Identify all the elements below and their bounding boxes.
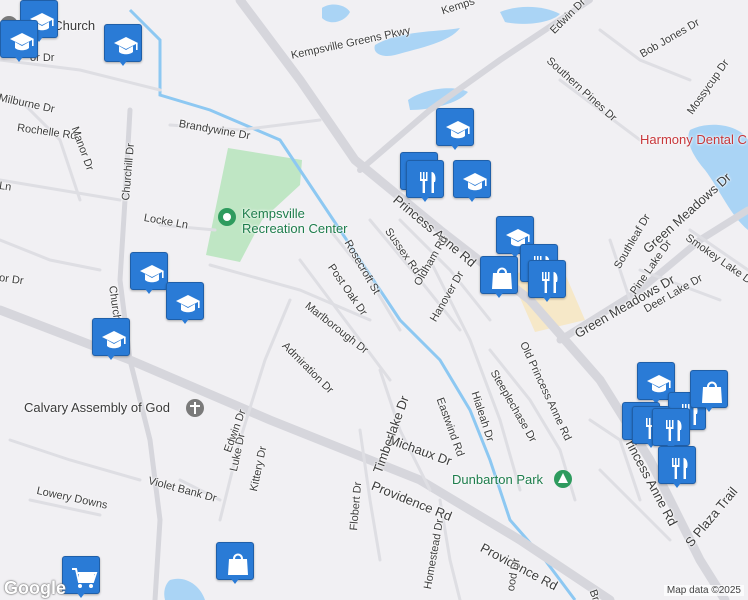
poi-label-calvary[interactable]: Calvary Assembly of God [24, 400, 170, 415]
map-pin[interactable] [130, 252, 168, 296]
map-pin[interactable] [658, 446, 696, 490]
map-pin[interactable] [92, 318, 130, 362]
pond [500, 6, 560, 24]
map-pin[interactable] [0, 20, 38, 64]
map-canvas[interactable]: Kempsville Greens Pkwy Kemps Edwin Dr Bo… [0, 0, 748, 600]
street-label: Ln [0, 180, 13, 194]
pond [164, 578, 205, 600]
map-pin[interactable] [528, 260, 566, 304]
church-pin-icon[interactable] [186, 399, 204, 417]
map-pin[interactable] [166, 282, 204, 326]
map-pin[interactable] [406, 160, 444, 204]
poi-label-harmony-dental[interactable]: Harmony Dental C [640, 132, 747, 147]
map-pin[interactable] [104, 24, 142, 68]
park-pin-icon[interactable] [554, 470, 572, 488]
recreation-park-area [206, 148, 302, 262]
google-logo: Google [4, 578, 66, 598]
poi-label-dunbarton-park[interactable]: Dunbarton Park [452, 472, 543, 487]
map-pin[interactable] [216, 542, 254, 586]
map-pin[interactable] [480, 256, 518, 300]
poi-label-recreation-center[interactable]: Kempsville Recreation Center [242, 206, 348, 236]
map-pin[interactable] [436, 108, 474, 152]
map-pin[interactable] [62, 556, 100, 600]
park-pin-icon[interactable] [218, 208, 236, 226]
map-pin[interactable] [690, 370, 728, 414]
map-attribution[interactable]: Map data ©2025 [663, 585, 744, 596]
map-pin[interactable] [453, 160, 491, 204]
pond [322, 4, 350, 23]
